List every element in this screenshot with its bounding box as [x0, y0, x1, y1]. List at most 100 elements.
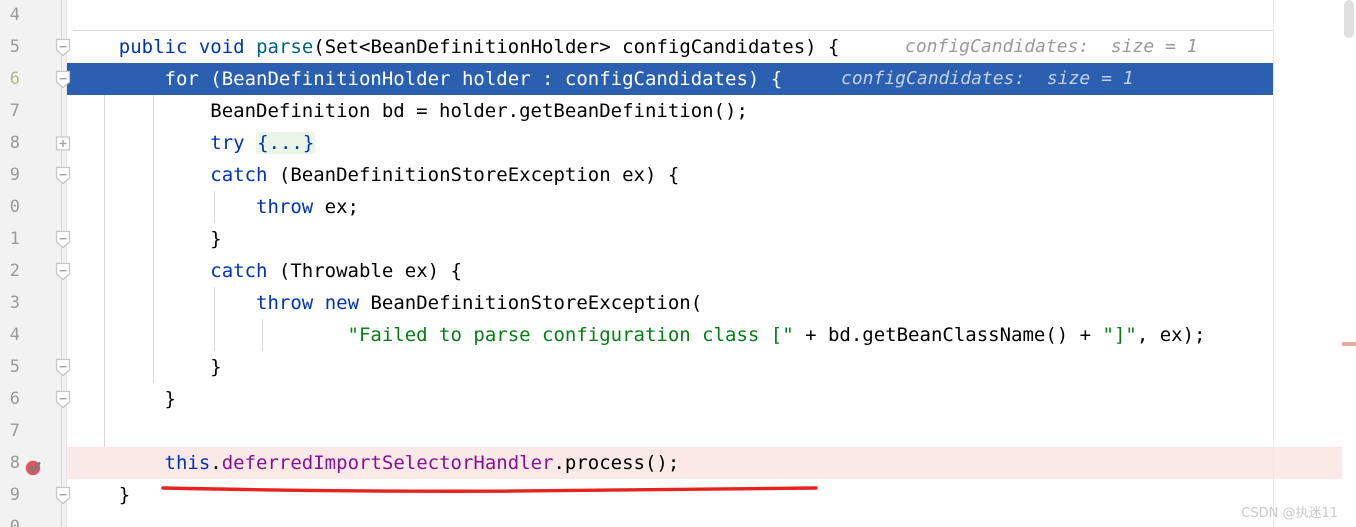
- breakpoint-icon[interactable]: [25, 455, 43, 476]
- code-text[interactable]: }: [73, 383, 176, 415]
- row-background: [0, 415, 1356, 447]
- code-editor[interactable]: 4 5 public void parse(Set<BeanDefinitionH…: [0, 0, 1356, 527]
- fold-collapse-icon[interactable]: [55, 70, 71, 89]
- code-text[interactable]: public void parse(Set<BeanDefinitionHold…: [73, 31, 840, 63]
- line-number: 5: [9, 357, 20, 377]
- scrollbar-marker-stripe[interactable]: [1342, 342, 1356, 346]
- line-number: 6: [9, 69, 20, 89]
- code-line-row[interactable]: 6 }: [0, 383, 1356, 415]
- code-token-meth: parse: [256, 36, 314, 58]
- code-text[interactable]: try {...}: [73, 127, 316, 159]
- code-line-row[interactable]: 7: [0, 415, 1356, 447]
- fold-collapse-icon[interactable]: [55, 390, 71, 409]
- code-line-row[interactable]: 0: [0, 511, 1356, 527]
- fold-collapse-icon[interactable]: [55, 262, 71, 281]
- code-area-right-edge: [1273, 0, 1274, 527]
- vertical-scrollbar-track[interactable]: [1342, 0, 1356, 527]
- code-token-kw: void: [198, 36, 245, 58]
- code-text[interactable]: }: [73, 223, 222, 255]
- code-text[interactable]: "Failed to parse configuration class [" …: [73, 319, 1206, 351]
- fold-collapse-icon[interactable]: [55, 38, 71, 57]
- code-text[interactable]: catch (BeanDefinitionStoreException ex) …: [73, 159, 679, 191]
- code-line-row[interactable]: 4: [0, 0, 1356, 31]
- code-line-row[interactable]: 5 }: [0, 351, 1356, 383]
- code-token-plain: (BeanDefinitionHolder holder : configCan…: [198, 68, 783, 90]
- code-text[interactable]: BeanDefinition bd = holder.getBeanDefini…: [73, 95, 748, 127]
- code-text[interactable]: }: [73, 479, 130, 511]
- row-background: [0, 383, 1356, 415]
- fold-collapse-icon[interactable]: [55, 486, 71, 505]
- code-token-plain: .: [210, 452, 222, 474]
- row-background: [0, 479, 1356, 511]
- code-token-field: deferredImportSelectorHandler: [221, 452, 554, 474]
- inline-debug-hint[interactable]: configCandidates: size = 1: [841, 63, 1134, 95]
- line-number: 4: [9, 5, 20, 25]
- icon-gutter[interactable]: [22, 0, 48, 527]
- code-line-row[interactable]: 5 public void parse(Set<BeanDefinitionHo…: [0, 31, 1356, 63]
- code-token-plain: BeanDefinition bd = holder.getBeanDefini…: [73, 100, 748, 122]
- code-text[interactable]: for (BeanDefinitionHolder holder : confi…: [73, 63, 783, 95]
- code-line-row[interactable]: 3 throw new BeanDefinitionStoreException…: [0, 287, 1356, 319]
- code-token-plain: , ex);: [1136, 324, 1206, 346]
- code-line-row[interactable]: 1 }: [0, 223, 1356, 255]
- code-token-plain: BeanDefinitionStoreException(: [359, 292, 703, 314]
- code-text[interactable]: throw ex;: [73, 191, 359, 223]
- fold-collapse-icon[interactable]: [55, 166, 71, 185]
- code-line-row[interactable]: 6 for (BeanDefinitionHolder holder : con…: [0, 63, 1356, 95]
- code-line-row[interactable]: 8 try {...}: [0, 127, 1356, 159]
- code-line-row[interactable]: 2 catch (Throwable ex) {: [0, 255, 1356, 287]
- code-line-row[interactable]: 9 }: [0, 479, 1356, 511]
- code-token-kw: this: [164, 452, 211, 474]
- code-token-plain: (Throwable ex) {: [267, 260, 462, 282]
- code-line-row[interactable]: 9 catch (BeanDefinitionStoreException ex…: [0, 159, 1356, 191]
- csdn-watermark: CSDN @执迷11: [1241, 506, 1338, 521]
- line-number: 8: [9, 453, 20, 473]
- fold-expand-icon[interactable]: [55, 134, 71, 153]
- code-line-row[interactable]: 0 throw ex;: [0, 191, 1356, 223]
- code-text[interactable]: }: [73, 351, 222, 383]
- line-number: 9: [9, 165, 20, 185]
- code-token-str: "]": [1102, 324, 1137, 346]
- code-text[interactable]: this.deferredImportSelectorHandler.proce…: [73, 447, 680, 479]
- code-token-kw: throw: [256, 292, 314, 314]
- indent-guide: [104, 415, 105, 447]
- row-background: [0, 511, 1356, 527]
- code-token-plain: }: [73, 356, 222, 378]
- code-token-plain: ex;: [313, 196, 359, 218]
- code-token-kw: throw: [256, 196, 314, 218]
- code-line-row[interactable]: 4 "Failed to parse configuration class […: [0, 319, 1356, 351]
- line-number: 1: [9, 229, 20, 249]
- code-rows[interactable]: 4 5 public void parse(Set<BeanDefinitionH…: [0, 0, 1356, 527]
- code-token-plain: }: [73, 388, 176, 410]
- code-token-kw: catch: [210, 164, 268, 186]
- code-token-folded: {...}: [256, 132, 316, 154]
- code-text[interactable]: catch (Throwable ex) {: [73, 255, 462, 287]
- code-token-kw: new: [324, 292, 360, 314]
- code-line-row[interactable]: 8 this.deferredImportSelectorHandler.pro…: [0, 447, 1356, 479]
- inline-debug-hint[interactable]: configCandidates: size = 1: [905, 31, 1198, 63]
- line-number: 4: [9, 325, 20, 345]
- fold-collapse-icon[interactable]: [55, 230, 71, 249]
- fold-collapse-icon[interactable]: [55, 358, 71, 377]
- line-number: 3: [9, 293, 20, 313]
- code-line-row[interactable]: 7 BeanDefinition bd = holder.getBeanDefi…: [0, 95, 1356, 127]
- vertical-scrollbar-thumb[interactable]: [1344, 0, 1354, 38]
- line-number: 7: [9, 421, 20, 441]
- line-number: 0: [9, 517, 20, 527]
- code-token-plain: }: [73, 228, 222, 250]
- code-token-kw: catch: [210, 260, 268, 282]
- code-text[interactable]: throw new BeanDefinitionStoreException(: [73, 287, 702, 319]
- line-number: 8: [9, 133, 20, 153]
